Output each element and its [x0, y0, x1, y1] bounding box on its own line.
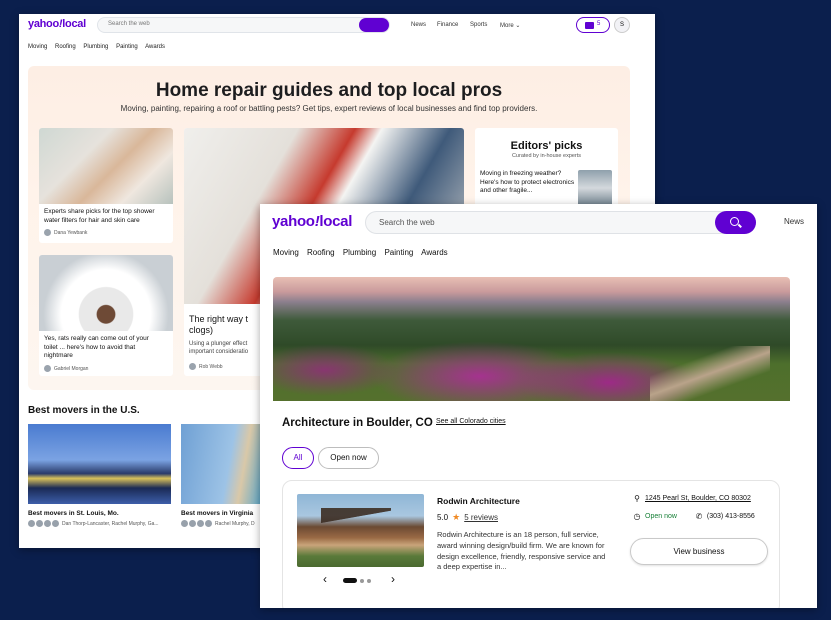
clock-icon: ◷ — [633, 512, 641, 521]
business-card[interactable]: ‹ › Rodwin Architecture 5.0 ★ 5 reviews … — [282, 480, 780, 608]
yahoo-local-logo[interactable]: yahoo!local — [28, 18, 86, 30]
article-author: Gabriel Morgan — [44, 365, 88, 372]
chevron-down-icon: ⌄ — [515, 23, 521, 29]
author-avatar — [181, 520, 188, 527]
rat-toilet-image — [39, 255, 173, 331]
author-avatar — [44, 365, 51, 372]
category-painting[interactable]: Painting — [384, 248, 413, 257]
category-awards[interactable]: Awards — [421, 248, 448, 257]
business-address[interactable]: 1245 Pearl St, Boulder, CO 80302 — [645, 495, 751, 502]
editors-picks-title: Editors' picks — [510, 140, 583, 152]
shower-image — [39, 128, 173, 204]
business-name[interactable]: Rodwin Architecture — [437, 496, 520, 506]
business-photo — [297, 494, 424, 567]
nav-news[interactable]: News — [784, 217, 804, 226]
article-author: Dana Yewbank — [44, 229, 87, 236]
editors-picks-card: Editors' picks Curated by in-house exper… — [475, 128, 618, 213]
carousel-dots — [343, 578, 374, 583]
category-awards[interactable]: Awards — [145, 44, 165, 50]
carousel-prev-icon[interactable]: ‹ — [323, 572, 327, 586]
yahoo-local-logo[interactable]: yahoo!local — [272, 213, 352, 230]
author-avatar — [189, 520, 196, 527]
search-bar[interactable]: Search the web — [365, 211, 756, 234]
author-avatar — [44, 229, 51, 236]
mail-icon — [585, 22, 594, 29]
filter-open-now[interactable]: Open now — [318, 447, 379, 469]
view-business-button[interactable]: View business — [630, 538, 768, 565]
category-nav: Moving Roofing Plumbing Painting Awards — [273, 248, 454, 257]
mountain-meadow-banner — [273, 277, 790, 401]
header: yahoo!local Search the web News Finance … — [19, 14, 655, 38]
hero-subtitle: Moving, painting, repairing a roof or ba… — [120, 104, 538, 113]
business-hours-row: ◷ Open now ✆ (303) 413-8556 — [631, 512, 755, 521]
see-all-cities-link[interactable]: See all Colorado cities — [436, 418, 506, 425]
st-louis-image[interactable] — [28, 424, 171, 504]
mover-title-st-louis[interactable]: Best movers in St. Louis, Mo. — [28, 510, 119, 517]
author-avatar — [36, 520, 43, 527]
article-card-rats-toilet[interactable]: Yes, rats really can come out of your to… — [39, 255, 173, 376]
article-title: Yes, rats really can come out of your to… — [44, 335, 149, 359]
article-desc: Using a plunger effect important conside… — [189, 341, 249, 355]
category-moving[interactable]: Moving — [28, 44, 47, 50]
category-roofing[interactable]: Roofing — [55, 44, 76, 50]
hero-title: Home repair guides and top local pros — [155, 80, 503, 101]
mover-title-virginia[interactable]: Best movers in Virginia — [181, 510, 253, 517]
nav-news[interactable]: News — [411, 22, 426, 28]
author-avatar — [197, 520, 204, 527]
article-card-shower-filters[interactable]: Experts share picks for the top shower w… — [39, 128, 173, 243]
mail-count: 5 — [597, 21, 601, 27]
editors-picks-subtitle: Curated by in-house experts — [511, 153, 582, 159]
category-nav: Moving Roofing Plumbing Painting Awards — [28, 44, 171, 50]
editors-pick-thumbnail — [578, 170, 612, 206]
search-bar[interactable]: Search the web — [97, 17, 390, 33]
open-status: Open now — [645, 513, 677, 520]
article-title: The right way t clogs) — [189, 314, 249, 335]
author-avatar — [189, 363, 196, 370]
business-address-row: ⚲ 1245 Pearl St, Boulder, CO 80302 — [631, 494, 751, 503]
category-plumbing[interactable]: Plumbing — [343, 248, 376, 257]
carousel-dot[interactable] — [360, 578, 364, 583]
avatar[interactable]: S — [614, 17, 630, 33]
trail-shape — [650, 346, 770, 401]
category-painting[interactable]: Painting — [116, 44, 138, 50]
author-avatar — [44, 520, 51, 527]
category-plumbing[interactable]: Plumbing — [83, 44, 108, 50]
category-moving[interactable]: Moving — [273, 248, 299, 257]
carousel-next-icon[interactable]: › — [391, 572, 395, 586]
article-author: Rob Webb — [189, 363, 223, 370]
search-button[interactable] — [359, 18, 389, 32]
location-pin-icon: ⚲ — [634, 494, 640, 503]
business-rating: 5.0 ★ 5 reviews — [437, 512, 498, 523]
star-icon: ★ — [452, 512, 461, 522]
author-avatar — [52, 520, 59, 527]
nav-finance[interactable]: Finance — [437, 22, 458, 28]
rating-value: 5.0 — [437, 513, 449, 522]
filter-all[interactable]: All — [282, 447, 314, 469]
business-description: Rodwin Architecture is an 18 person, ful… — [437, 530, 606, 572]
category-roofing[interactable]: Roofing — [307, 248, 335, 257]
reviews-link[interactable]: 5 reviews — [464, 513, 498, 522]
phone-icon: ✆ — [695, 512, 703, 521]
nav-sports[interactable]: Sports — [470, 22, 487, 28]
editors-pick-item[interactable]: Moving in freezing weather? Here's how t… — [480, 170, 580, 196]
mover-authors: Rachel Murphy, D — [181, 520, 255, 527]
business-phone[interactable]: (303) 413-8556 — [707, 513, 755, 520]
front-window: yahoo!local Search the web News Moving R… — [260, 204, 817, 608]
search-input[interactable]: Search the web — [379, 218, 435, 227]
article-title: Experts share picks for the top shower w… — [44, 208, 155, 224]
mover-authors: Dan Thorp-Lancaster, Rachel Murphy, Ga..… — [28, 520, 159, 527]
author-avatar — [205, 520, 212, 527]
carousel-dot-active[interactable] — [343, 578, 357, 583]
search-input[interactable]: Search the web — [108, 21, 150, 27]
nav-more[interactable]: More ⌄ — [500, 22, 520, 29]
search-icon[interactable] — [715, 211, 756, 234]
movers-heading: Best movers in the U.S. — [28, 405, 140, 416]
carousel-dot[interactable] — [367, 578, 371, 583]
author-avatar — [28, 520, 35, 527]
mail-button[interactable]: 5 — [576, 17, 610, 33]
page-title: Architecture in Boulder, CO — [282, 417, 433, 429]
